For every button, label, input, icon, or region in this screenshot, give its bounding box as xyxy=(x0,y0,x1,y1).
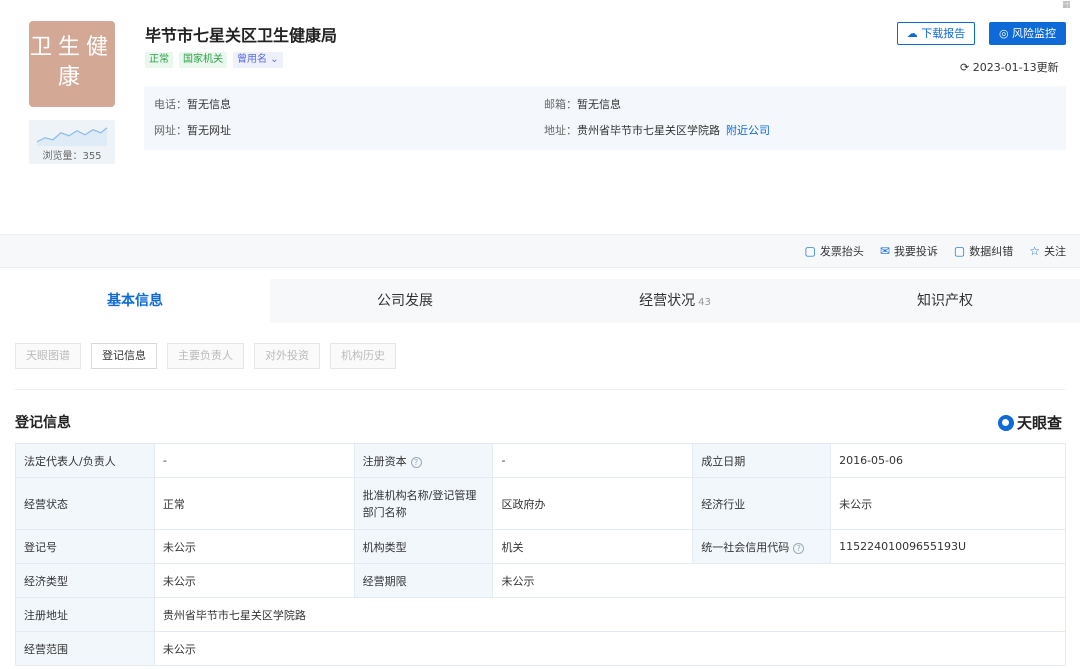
contact-info: 电话：暂无信息 邮箱：暂无信息 网址：暂无网址 地址：贵州省毕节市七星关区学院路… xyxy=(144,86,1066,150)
table-row: 经营状态 正常 批准机构名称/登记管理部门名称 区政府办 经济行业 未公示 xyxy=(15,477,1066,530)
subtab-investments[interactable]: 对外投资 xyxy=(254,343,320,369)
risk-monitor-button[interactable]: ◎ 风险监控 xyxy=(989,22,1066,45)
subtab-graph[interactable]: 天眼图谱 xyxy=(15,343,81,369)
term-label: 经营期限 xyxy=(353,563,494,598)
reg-no-value: 未公示 xyxy=(153,529,355,564)
scope-label: 经营范围 xyxy=(15,631,155,666)
reg-no-label: 登记号 xyxy=(15,529,155,564)
phone-info: 电话：暂无信息 xyxy=(154,98,231,111)
tab-intellectual-property[interactable]: 知识产权 xyxy=(810,279,1080,323)
qr-code-icon[interactable]: ▦ xyxy=(1062,0,1080,18)
company-tags: 正常 国家机关 曾用名 ⌄ xyxy=(145,52,283,68)
views-count: 浏览量：355 xyxy=(42,151,102,162)
industry-value: 未公示 xyxy=(830,477,1066,530)
type-tag: 国家机关 xyxy=(179,52,227,68)
table-row: 注册地址 贵州省毕节市七星关区学院路 xyxy=(15,597,1067,632)
capital-value: - xyxy=(492,443,694,478)
views-box: 浏览量：355 xyxy=(29,120,115,164)
founded-label: 成立日期 xyxy=(692,443,832,478)
status-value: 正常 xyxy=(153,477,355,530)
reg-address-value: 贵州省毕节市七星关区学院路 xyxy=(153,597,1067,632)
org-type-label: 机构类型 xyxy=(353,529,494,564)
founded-value: 2016-05-06 xyxy=(830,443,1066,478)
subtab-registration[interactable]: 登记信息 xyxy=(91,343,157,369)
address-info: 地址：贵州省毕节市七星关区学院路 附近公司 xyxy=(544,124,770,137)
company-header: 卫生健康 浏览量：355 毕节市七星关区卫生健康局 正常 国家机关 曾用名 ⌄ … xyxy=(0,0,1080,232)
help-icon[interactable]: ? xyxy=(410,456,422,468)
brand-logo: 天眼查 xyxy=(998,412,1062,433)
industry-label: 经济行业 xyxy=(692,477,832,530)
sub-tabs: 天眼图谱 登记信息 主要负责人 对外投资 机构历史 xyxy=(15,343,396,369)
company-name: 毕节市七星关区卫生健康局 xyxy=(145,26,338,45)
reg-address-label: 注册地址 xyxy=(15,597,155,632)
status-tag: 正常 xyxy=(145,52,173,68)
legal-rep-label: 法定代表人/负责人 xyxy=(15,443,155,478)
subtab-principals[interactable]: 主要负责人 xyxy=(167,343,244,369)
table-row: 法定代表人/负责人 - 注册资本? - 成立日期 2016-05-06 xyxy=(15,443,1066,478)
mail-icon: ✉ xyxy=(879,244,890,258)
table-row: 经济类型 未公示 经营期限 未公示 xyxy=(15,563,1066,598)
econ-type-value: 未公示 xyxy=(153,563,355,598)
help-icon[interactable]: ? xyxy=(793,542,805,554)
complaint-button[interactable]: ✉ 我要投诉 xyxy=(880,243,938,259)
org-type-value: 机关 xyxy=(492,529,694,564)
trend-sparkline-icon xyxy=(36,127,108,146)
table-row: 经营范围 未公示 xyxy=(15,631,1067,666)
website-info: 网址：暂无网址 xyxy=(154,124,231,137)
legal-rep-value: - xyxy=(153,443,355,478)
update-date: ⟳ 2023-01-13更新 xyxy=(960,61,1059,74)
credit-code-label: 统一社会信用代码? xyxy=(692,529,832,564)
company-logo: 卫生健康 xyxy=(29,21,115,107)
brand-eye-icon xyxy=(998,414,1014,431)
monitor-icon: ◎ xyxy=(998,27,1009,40)
edit-document-icon: ▢ xyxy=(953,244,966,258)
action-bar: ▢ 发票抬头 ✉ 我要投诉 ▢ 数据纠错 ☆ 关注 xyxy=(0,234,1080,268)
status-label: 经营状态 xyxy=(15,477,155,530)
tab-basic-info[interactable]: 基本信息 xyxy=(0,279,270,323)
email-info: 邮箱：暂无信息 xyxy=(544,98,621,111)
follow-button[interactable]: ☆ 关注 xyxy=(1029,243,1066,259)
credit-code-value: 11522401009655193U xyxy=(830,529,1066,564)
subtab-history[interactable]: 机构历史 xyxy=(330,343,396,369)
capital-label: 注册资本? xyxy=(353,443,494,478)
section-title: 登记信息 xyxy=(15,415,71,431)
table-row: 登记号 未公示 机构类型 机关 统一社会信用代码? 11522401009655… xyxy=(15,529,1066,564)
registration-table: 法定代表人/负责人 - 注册资本? - 成立日期 2016-05-06 经营状态… xyxy=(15,443,1067,666)
download-report-button[interactable]: ☁ 下载报告 xyxy=(897,22,975,45)
tab-count-badge: 43 xyxy=(698,297,711,308)
main-tabs: 基本信息 公司发展 经营状况 43 知识产权 xyxy=(0,279,1080,323)
term-value: 未公示 xyxy=(492,563,1066,598)
scope-value: 未公示 xyxy=(153,631,1067,666)
approver-value: 区政府办 xyxy=(492,477,694,530)
cloud-download-icon: ☁ xyxy=(906,27,918,40)
tab-company-development[interactable]: 公司发展 xyxy=(270,279,540,323)
nearby-companies-link[interactable]: 附近公司 xyxy=(726,124,770,137)
tab-business-status[interactable]: 经营状况 43 xyxy=(540,279,810,323)
former-name-dropdown[interactable]: 曾用名 ⌄ xyxy=(233,52,283,68)
data-correction-button[interactable]: ▢ 数据纠错 xyxy=(954,243,1013,259)
approver-label: 批准机构名称/登记管理部门名称 xyxy=(353,477,494,530)
econ-type-label: 经济类型 xyxy=(15,563,155,598)
document-icon: ▢ xyxy=(804,244,816,258)
invoice-title-button[interactable]: ▢ 发票抬头 xyxy=(804,243,863,259)
divider xyxy=(15,389,1065,390)
refresh-icon[interactable]: ⟳ xyxy=(960,61,969,74)
star-icon: ☆ xyxy=(1029,244,1040,258)
